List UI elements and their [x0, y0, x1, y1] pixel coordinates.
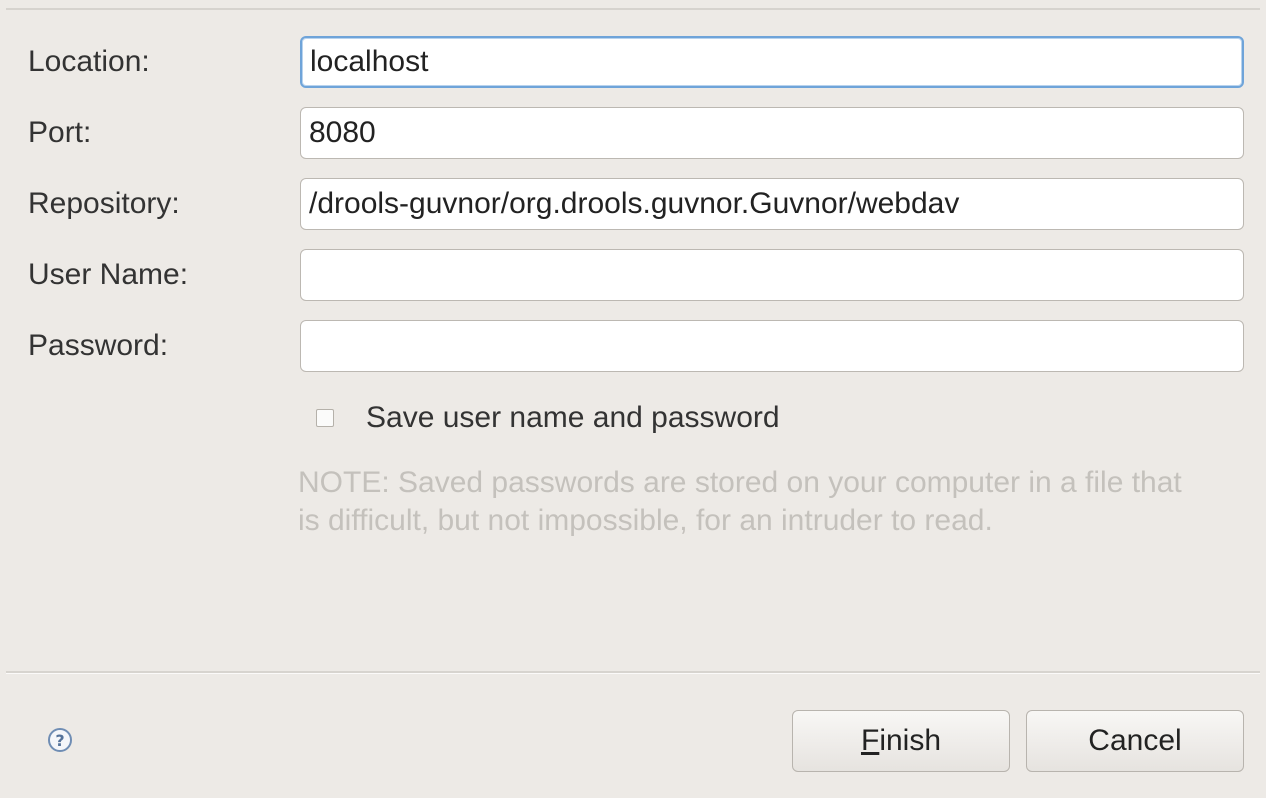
help-icon[interactable]: ?: [48, 728, 72, 752]
password-input[interactable]: [300, 320, 1244, 372]
cancel-button[interactable]: Cancel: [1026, 710, 1244, 772]
password-label: Password:: [28, 329, 169, 362]
save-credentials-row[interactable]: Save user name and password: [316, 398, 780, 438]
username-label: User Name:: [28, 258, 189, 291]
username-input[interactable]: [300, 249, 1244, 301]
footer-separator: [6, 671, 1260, 674]
port-label: Port:: [28, 116, 92, 149]
connection-form: Location: Port: Repository: User Name: P…: [0, 0, 1266, 660]
save-credentials-checkbox[interactable]: [316, 409, 334, 427]
save-credentials-label[interactable]: Save user name and password: [366, 401, 780, 435]
repository-input[interactable]: [300, 178, 1244, 230]
password-note: NOTE: Saved passwords are stored on your…: [298, 466, 1182, 537]
location-label: Location:: [28, 45, 150, 78]
finish-label: inish: [879, 724, 942, 757]
repository-label: Repository:: [28, 187, 180, 220]
finish-button[interactable]: Finish: [792, 710, 1010, 772]
port-input[interactable]: [300, 107, 1244, 159]
finish-mnemonic: F: [860, 724, 880, 757]
location-input[interactable]: [300, 36, 1244, 88]
